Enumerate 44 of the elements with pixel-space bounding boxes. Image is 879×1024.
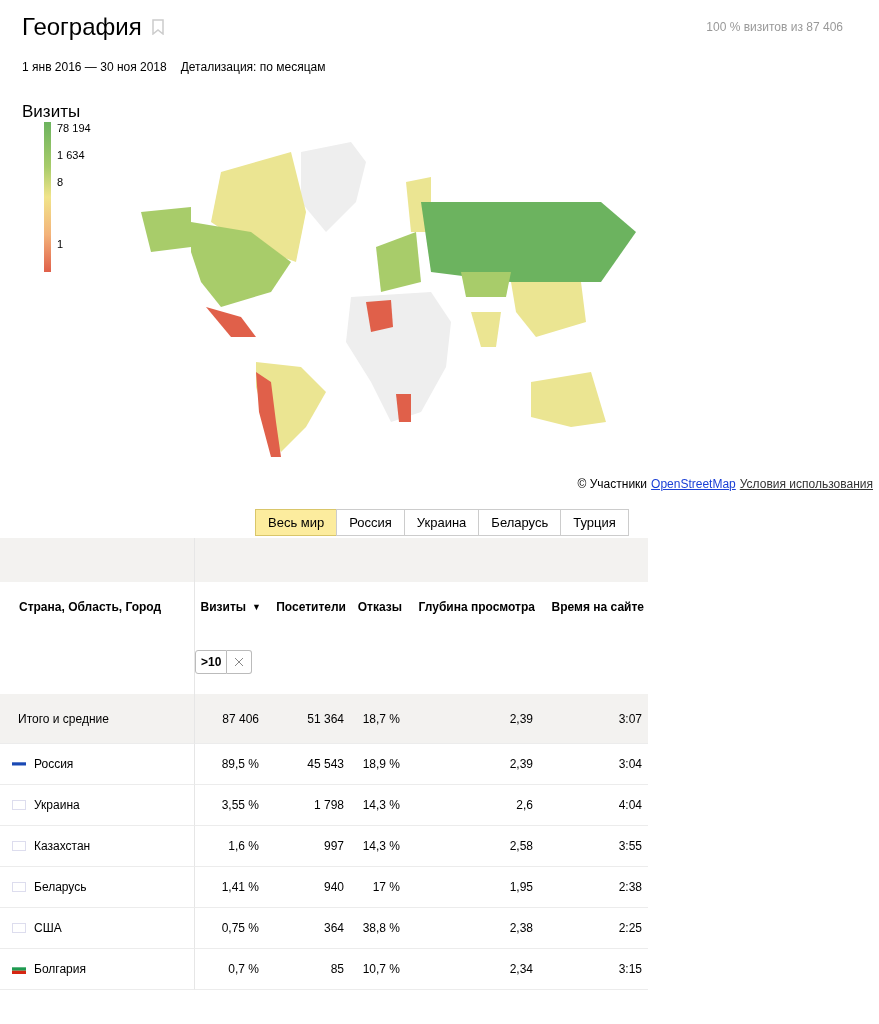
page-title: География [22,13,142,41]
attribution-text: © Участники [577,477,648,491]
sort-arrow-icon[interactable]: ▼ [252,602,261,612]
region-tab[interactable]: Беларусь [478,509,562,536]
legend-label: 1 [57,238,65,250]
column-header[interactable]: Отказы [357,600,402,614]
region-tab[interactable]: Турция [560,509,629,536]
country-name[interactable]: Беларусь [34,880,87,894]
map-source-link[interactable]: OpenStreetMap [651,477,736,491]
totals-cell: 51 364 [265,694,350,744]
country-name[interactable]: Россия [34,757,74,771]
totals-cell: 3:07 [539,694,648,744]
flag-icon [12,964,26,974]
totals-cell: 18,7 % [350,694,406,744]
terms-link[interactable]: Условия использования [739,477,873,491]
flag-icon [12,841,26,851]
close-button[interactable] [227,650,253,674]
detail-setting[interactable]: Детализация: по месяцам [180,60,326,74]
close-icon [234,657,245,667]
region-tab[interactable]: Украина [403,509,480,536]
country-name[interactable]: Украина [34,798,80,812]
country-name[interactable]: Болгария [34,962,86,976]
visits-summary: 100 % визитов из 87 406 [706,20,843,34]
totals-label: Итого и средние [0,694,195,744]
column-header[interactable]: Глубина просмотра [418,600,535,614]
legend-label: 8 [57,176,65,188]
totals-cell: 2,39 [406,694,539,744]
map-title: Визиты [21,101,82,122]
legend-label: 78 194 [57,122,91,134]
flag-icon [12,882,26,892]
date-range[interactable]: 1 янв 2016 — 30 ноя 2018 [22,60,167,74]
country-name[interactable]: Казахстан [34,839,91,853]
flag-icon [12,800,26,810]
flag-icon [12,923,26,933]
column-header[interactable]: Время на сайте [551,600,644,614]
region-tab[interactable]: Весь мир [255,509,338,536]
column-header[interactable]: Визиты [200,600,247,614]
column-header[interactable]: Посетители [276,600,346,614]
region-tab[interactable]: Россия [336,509,405,536]
totals-cell: 87 406 [195,694,265,744]
country-name[interactable]: США [34,921,62,935]
flag-icon [12,759,26,769]
column-header[interactable]: Страна, Область, Город [19,600,162,614]
legend-label: 1 634 [57,149,86,161]
